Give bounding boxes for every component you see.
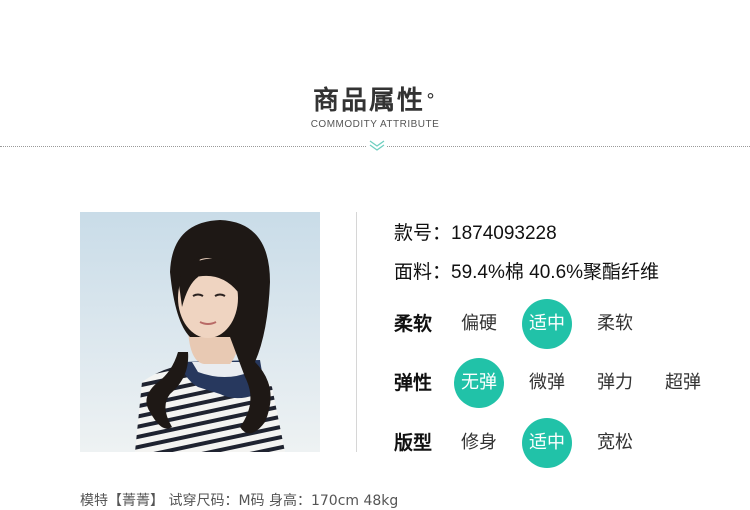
product-code: 款号：1874093228 [394,218,557,245]
attribute-label: 柔软 [394,313,433,335]
section-title: 商品属性° [0,85,750,117]
attribute-option: 弹力 [597,372,633,393]
attribute-option-selected: 适中 [522,418,572,468]
section-title-text: 商品属性 [312,86,425,116]
attribute-label: 弹性 [394,372,433,394]
attribute-option: 宽松 [597,432,633,453]
attribute-row-elasticity: 弹性 无弹 微弹 弹力 超弹 [394,358,734,408]
attribute-option-selected: 适中 [522,299,572,349]
section-subtitle: COMMODITY ATTRIBUTE [310,119,440,130]
product-fabric: 面料：59.4%棉 40.6%聚酯纤维 [394,257,659,284]
product-fabric-value: 59.4%棉 40.6%聚酯纤维 [451,262,660,283]
product-code-value: 1874093228 [451,223,557,244]
product-fabric-label: 面料： [394,262,452,283]
model-photo [80,212,320,452]
attribute-row-fit: 版型 修身 适中 宽松 [394,418,734,468]
model-info-text: 模特【菁菁】 试穿尺码：M码 身高：170cm 48kg [80,493,399,509]
title-degree-mark: ° [426,90,437,111]
attribute-option: 微弹 [529,372,565,393]
attribute-option: 修身 [461,432,497,453]
double-chevron-down-icon [367,139,387,153]
attribute-option-selected: 无弹 [454,358,504,408]
attribute-row-softness: 柔软 偏硬 适中 柔软 [394,299,734,349]
vertical-divider [356,212,357,452]
attribute-label: 版型 [394,432,433,454]
attribute-option: 超弹 [665,372,701,393]
attribute-option: 柔软 [597,313,633,334]
attribute-option: 偏硬 [461,313,497,334]
product-code-label: 款号： [394,223,452,244]
section-header: 商品属性° COMMODITY ATTRIBUTE [0,85,750,130]
